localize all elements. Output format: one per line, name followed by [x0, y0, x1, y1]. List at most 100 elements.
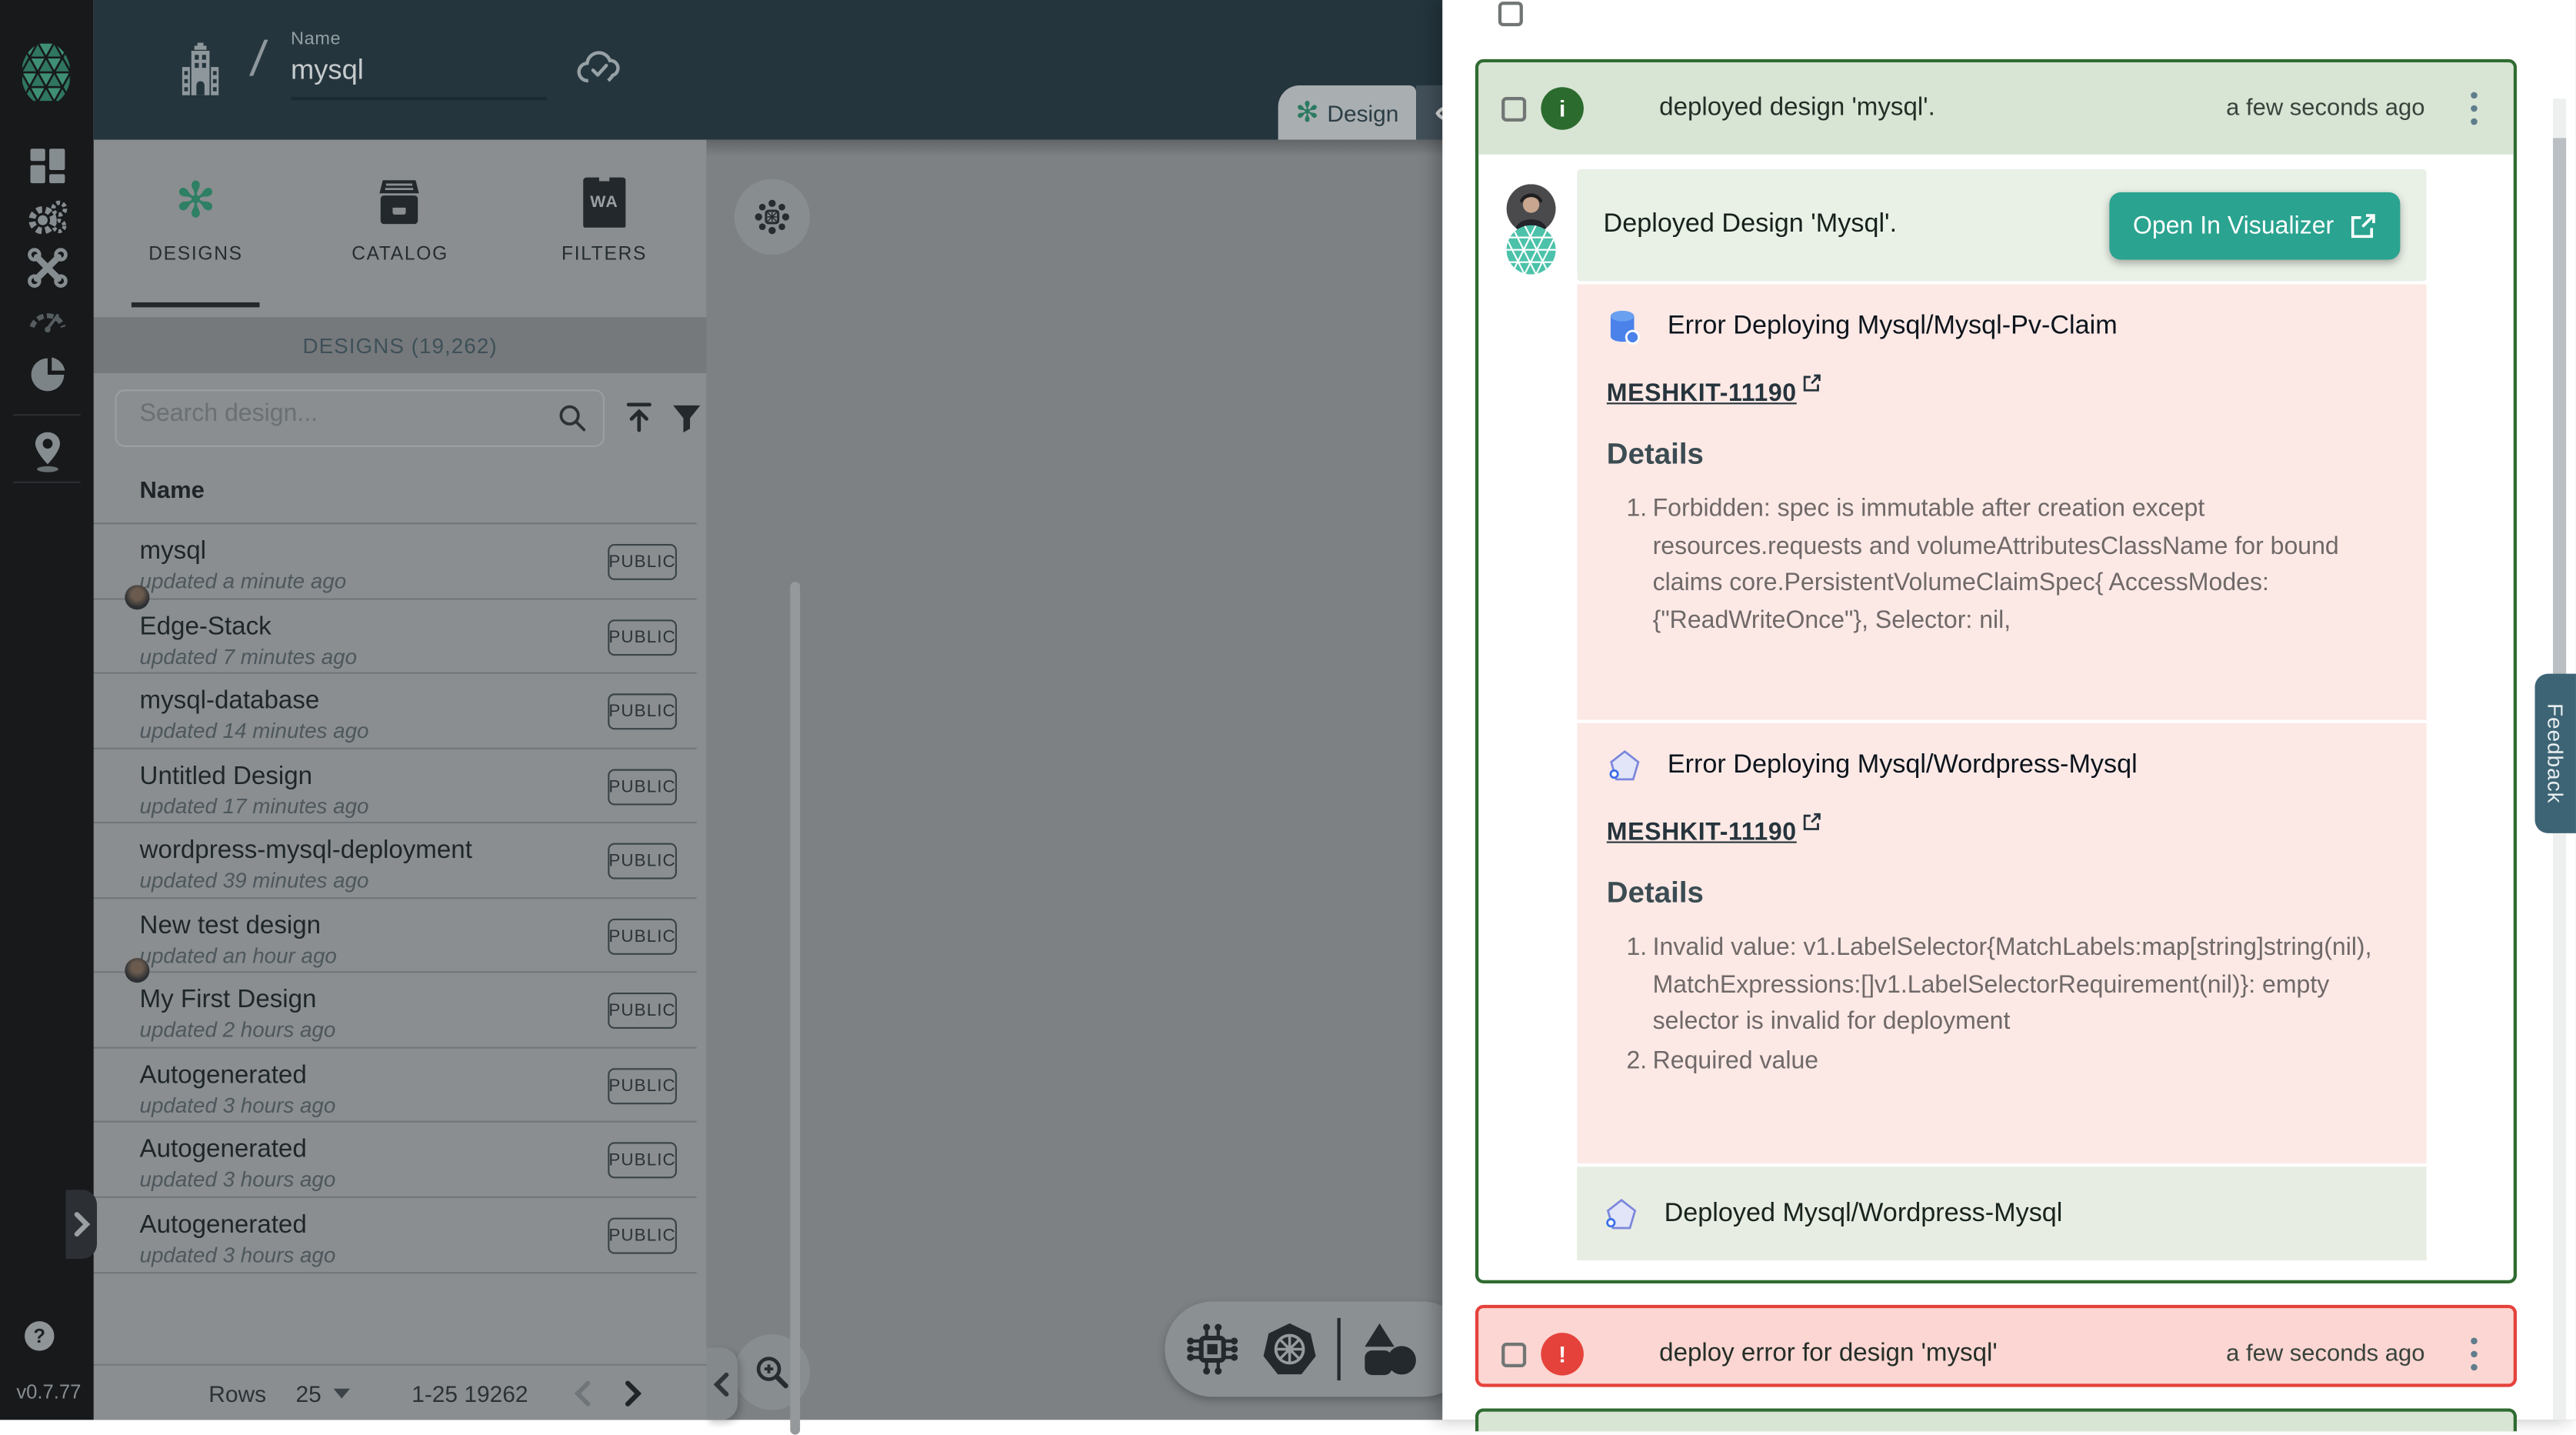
search-icon[interactable] — [555, 401, 590, 436]
designs-panel: ✻ DESIGNS CATALOG — [94, 140, 707, 1420]
sidebar-item-settings[interactable] — [25, 195, 69, 240]
tab-designs-label: DESIGNS — [148, 245, 243, 265]
notification-header[interactable]: i deployed design 'mysql'. a few seconds… — [1478, 62, 2514, 155]
sidebar-item-toolkit[interactable] — [25, 245, 69, 289]
sidebar-item-connections[interactable] — [25, 431, 69, 476]
design-name-input[interactable] — [291, 49, 547, 100]
design-list-item[interactable]: mysql updated a minute ago PUBLIC — [94, 522, 697, 597]
persistent-volume-icon — [1607, 307, 1643, 346]
notification-checkbox[interactable] — [1501, 96, 1526, 121]
design-list-item[interactable]: New test design updated an hour ago PUBL… — [94, 896, 697, 971]
design-name-label: Name — [291, 29, 547, 49]
designs-scrollbar[interactable] — [790, 582, 800, 1434]
info-icon: i — [1541, 87, 1584, 130]
rows-per-page-select[interactable]: 25 — [295, 1380, 349, 1406]
notification-summary: deploy error for design 'mysql' — [1659, 1340, 1998, 1369]
design-list-item[interactable]: wordpress-mysql-deployment updated 39 mi… — [94, 822, 697, 896]
feedback-tab[interactable]: Feedback — [2535, 674, 2576, 833]
dock-kubernetes-icon[interactable] — [1260, 1320, 1319, 1379]
panel-scrollbar-thumb[interactable] — [2553, 138, 2566, 693]
open-in-visualizer-button[interactable]: Open In Visualizer — [2109, 192, 2400, 259]
caret-down-icon — [333, 1388, 349, 1398]
cloud-saved-icon[interactable] — [575, 46, 625, 89]
dock-components-icon[interactable] — [1183, 1320, 1242, 1379]
visibility-badge: PUBLIC — [608, 1142, 677, 1178]
error-detail-item: Forbidden: spec is immutable after creat… — [1653, 492, 2391, 639]
design-name: Edge-Stack — [140, 612, 272, 642]
details-heading: Details — [1607, 437, 2401, 472]
visibility-badge: PUBLIC — [608, 1067, 677, 1103]
expand-sidebar-tab[interactable] — [65, 1190, 97, 1259]
visibility-badge: PUBLIC — [608, 1217, 677, 1253]
sidebar-item-extensions[interactable] — [25, 352, 69, 396]
visibility-badge: PUBLIC — [608, 693, 677, 729]
meshery-app: ✻ DESIGNS CATALOG — [0, 0, 2576, 1420]
rows-per-page-label: Rows — [208, 1380, 266, 1406]
external-link-icon — [1801, 373, 1821, 393]
dock-shapes-icon[interactable] — [1358, 1320, 1418, 1379]
design-name: New test design — [140, 911, 322, 940]
help-button[interactable]: ? — [25, 1321, 54, 1350]
design-list-item[interactable]: Autogenerated updated 3 hours ago PUBLIC — [94, 1196, 697, 1270]
meshery-logo[interactable] — [12, 39, 81, 108]
error-list: Error Deploying Mysql/Mysql-Pv-Claim MES… — [1577, 284, 2426, 1163]
environment-cluster-button[interactable] — [735, 179, 810, 255]
meshkit-error-link[interactable]: MESHKIT-11190 — [1607, 379, 1797, 407]
deployed-success-row: Deployed Mysql/Wordpress-Mysql — [1577, 1166, 2426, 1260]
filter-funnel-icon[interactable] — [668, 399, 705, 436]
pagination-bar: Rows 25 1-25 19262 — [94, 1366, 707, 1420]
sidebar-divider — [13, 414, 81, 415]
collapse-panel-tab[interactable] — [706, 1347, 738, 1420]
notification-time: a few seconds ago — [2226, 95, 2424, 122]
search-input[interactable] — [136, 398, 537, 429]
error-detail-item: Invalid value: v1.LabelSelector{MatchLab… — [1653, 930, 2391, 1041]
pagination-range: 1-25 19262 — [412, 1380, 528, 1406]
notification-menu-icon[interactable] — [2461, 1333, 2487, 1376]
notification-header[interactable]: ! deploy error for design 'mysql' a few … — [1478, 1308, 2514, 1387]
designs-spiral-icon: ✻ — [175, 178, 217, 227]
next-page-button[interactable] — [617, 1377, 650, 1410]
active-tab-indicator — [132, 302, 260, 307]
mode-design-segment[interactable]: ✻ Design — [1278, 85, 1416, 139]
tab-filters[interactable]: WA FILTERS — [502, 153, 707, 318]
design-list-item[interactable]: mysql-database updated 14 minutes ago PU… — [94, 672, 697, 747]
design-updated-time: updated 14 minutes ago — [140, 718, 369, 743]
meshkit-error-link[interactable]: MESHKIT-11190 — [1607, 819, 1797, 846]
tab-designs[interactable]: ✻ DESIGNS — [94, 153, 298, 318]
design-list-item[interactable]: Autogenerated updated 3 hours ago PUBLIC — [94, 1046, 697, 1120]
design-updated-time: updated a minute ago — [140, 569, 347, 593]
design-name: Autogenerated — [140, 1061, 307, 1090]
design-name-field: Name — [291, 29, 547, 100]
design-list-item[interactable]: Edge-Stack updated 7 minutes ago PUBLIC — [94, 597, 697, 672]
chevron-right-icon — [71, 1211, 92, 1237]
designs-list: mysql updated a minute ago PUBLIC Edge-S… — [94, 522, 697, 1270]
search-row — [94, 386, 707, 452]
details-heading: Details — [1607, 876, 2401, 910]
visibility-badge: PUBLIC — [608, 843, 677, 879]
import-design-icon[interactable] — [621, 399, 657, 436]
tab-catalog[interactable]: CATALOG — [298, 153, 502, 318]
meshery-bot-avatar — [1507, 225, 1556, 275]
error-title: Error Deploying Mysql/Mysql-Pv-Claim — [1668, 312, 2118, 342]
zoom-in-icon — [752, 1353, 791, 1392]
notification-checkbox[interactable] — [1501, 1342, 1526, 1367]
design-updated-time: updated an hour ago — [140, 943, 337, 967]
notification-card-partial[interactable] — [1475, 1408, 2517, 1431]
design-list-item[interactable]: My First Design updated 2 hours ago PUBL… — [94, 971, 697, 1046]
design-list-item[interactable]: Autogenerated updated 3 hours ago PUBLIC — [94, 1121, 697, 1196]
sidebar-item-performance[interactable] — [25, 295, 69, 340]
notification-center: i deployed design 'mysql'. a few seconds… — [1442, 0, 2576, 1420]
design-updated-time: updated 3 hours ago — [140, 1166, 336, 1191]
notification-menu-icon[interactable] — [2461, 87, 2487, 130]
mode-design-label: Design — [1327, 99, 1398, 125]
select-all-checkbox[interactable] — [1498, 2, 1523, 26]
error-detail-item: Required value — [1653, 1043, 2391, 1080]
design-spiral-icon: ✻ — [1295, 98, 1318, 126]
actor-avatars — [1507, 184, 1556, 274]
rows-per-page-value: 25 — [295, 1380, 321, 1406]
design-list-item[interactable]: Untitled Design updated 17 minutes ago P… — [94, 747, 697, 822]
sidebar-item-dashboard[interactable] — [25, 143, 69, 188]
previous-page-button[interactable] — [568, 1377, 601, 1410]
owner-avatar — [125, 958, 149, 983]
panel-tabs: ✻ DESIGNS CATALOG — [94, 153, 707, 318]
